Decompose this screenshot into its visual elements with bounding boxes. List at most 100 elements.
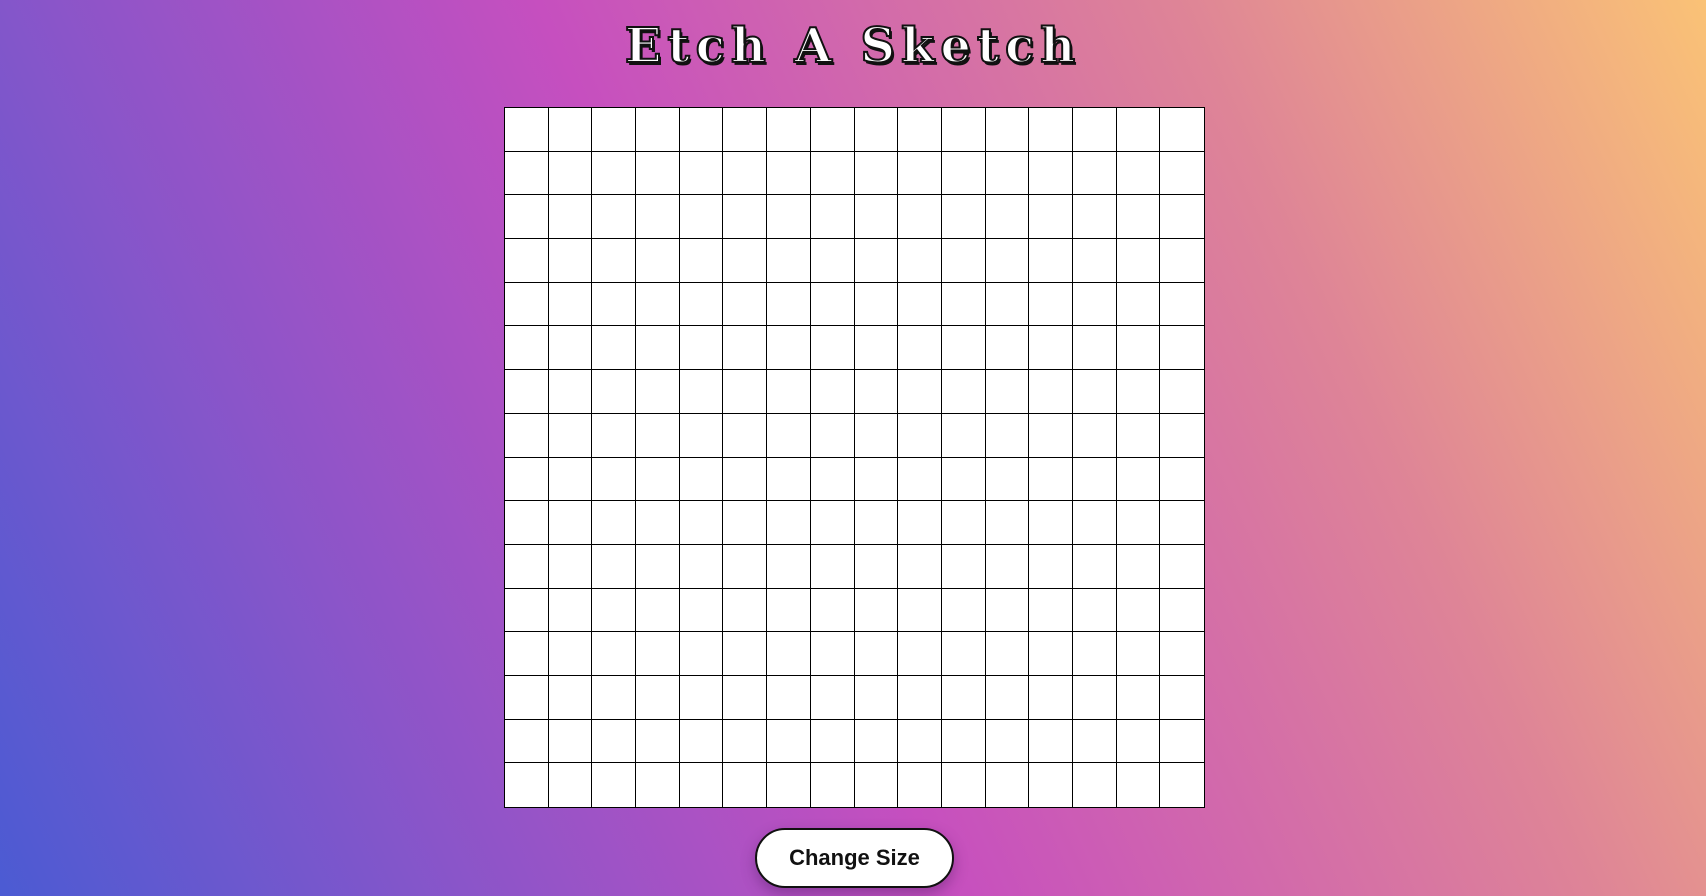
grid-cell[interactable] — [854, 632, 899, 676]
grid-cell[interactable] — [505, 675, 549, 720]
grid-cell[interactable] — [636, 413, 680, 458]
grid-cell[interactable] — [941, 763, 986, 807]
grid-cell[interactable] — [723, 501, 768, 545]
grid-cell[interactable] — [592, 239, 637, 283]
grid-cell[interactable] — [505, 239, 549, 283]
grid-cell[interactable] — [810, 719, 855, 764]
grid-cell[interactable] — [548, 675, 593, 720]
grid-cell[interactable] — [1116, 588, 1161, 633]
grid-cell[interactable] — [854, 675, 899, 720]
grid-cell[interactable] — [1029, 282, 1073, 327]
grid-cell[interactable] — [767, 282, 811, 327]
grid-cell[interactable] — [941, 413, 986, 458]
grid-cell[interactable] — [854, 326, 899, 371]
grid-cell[interactable] — [1029, 632, 1073, 676]
grid-cell[interactable] — [1160, 632, 1204, 676]
grid-cell[interactable] — [636, 763, 680, 807]
grid-cell[interactable] — [1072, 544, 1117, 589]
grid-cell[interactable] — [592, 544, 637, 589]
grid-cell[interactable] — [636, 108, 680, 152]
grid-cell[interactable] — [767, 544, 811, 589]
grid-cell[interactable] — [854, 501, 899, 545]
grid-cell[interactable] — [898, 544, 942, 589]
grid-cell[interactable] — [985, 195, 1030, 240]
grid-cell[interactable] — [1072, 239, 1117, 283]
grid-cell[interactable] — [636, 239, 680, 283]
grid-cell[interactable] — [941, 326, 986, 371]
grid-cell[interactable] — [505, 719, 549, 764]
grid-cell[interactable] — [1029, 151, 1073, 196]
grid-cell[interactable] — [1072, 326, 1117, 371]
grid-cell[interactable] — [854, 239, 899, 283]
grid-cell[interactable] — [548, 108, 593, 152]
grid-cell[interactable] — [723, 588, 768, 633]
grid-cell[interactable] — [1029, 108, 1073, 152]
grid-cell[interactable] — [898, 632, 942, 676]
grid-cell[interactable] — [723, 195, 768, 240]
sketch-grid[interactable] — [504, 107, 1205, 808]
grid-cell[interactable] — [985, 501, 1030, 545]
grid-cell[interactable] — [810, 588, 855, 633]
grid-cell[interactable] — [548, 151, 593, 196]
grid-cell[interactable] — [854, 719, 899, 764]
grid-cell[interactable] — [898, 675, 942, 720]
grid-cell[interactable] — [985, 588, 1030, 633]
grid-cell[interactable] — [898, 370, 942, 414]
grid-cell[interactable] — [592, 108, 637, 152]
grid-cell[interactable] — [723, 544, 768, 589]
grid-cell[interactable] — [898, 763, 942, 807]
grid-cell[interactable] — [723, 151, 768, 196]
grid-cell[interactable] — [810, 501, 855, 545]
grid-cell[interactable] — [548, 282, 593, 327]
grid-cell[interactable] — [1160, 457, 1204, 502]
grid-cell[interactable] — [854, 588, 899, 633]
grid-cell[interactable] — [548, 457, 593, 502]
grid-cell[interactable] — [592, 588, 637, 633]
grid-cell[interactable] — [505, 326, 549, 371]
grid-cell[interactable] — [548, 632, 593, 676]
grid-cell[interactable] — [810, 108, 855, 152]
grid-cell[interactable] — [1160, 195, 1204, 240]
grid-cell[interactable] — [1116, 457, 1161, 502]
grid-cell[interactable] — [1160, 501, 1204, 545]
grid-cell[interactable] — [810, 675, 855, 720]
grid-cell[interactable] — [548, 370, 593, 414]
grid-cell[interactable] — [636, 370, 680, 414]
grid-cell[interactable] — [1072, 763, 1117, 807]
grid-cell[interactable] — [1029, 763, 1073, 807]
grid-cell[interactable] — [679, 632, 724, 676]
grid-cell[interactable] — [1160, 763, 1204, 807]
grid-cell[interactable] — [1160, 719, 1204, 764]
grid-cell[interactable] — [1029, 588, 1073, 633]
grid-cell[interactable] — [1072, 108, 1117, 152]
grid-cell[interactable] — [1116, 501, 1161, 545]
grid-cell[interactable] — [985, 282, 1030, 327]
grid-cell[interactable] — [679, 675, 724, 720]
grid-cell[interactable] — [854, 151, 899, 196]
grid-cell[interactable] — [679, 588, 724, 633]
grid-cell[interactable] — [1029, 719, 1073, 764]
grid-cell[interactable] — [767, 719, 811, 764]
grid-cell[interactable] — [854, 282, 899, 327]
grid-cell[interactable] — [505, 544, 549, 589]
grid-cell[interactable] — [1116, 108, 1161, 152]
grid-cell[interactable] — [505, 370, 549, 414]
grid-cell[interactable] — [505, 588, 549, 633]
grid-cell[interactable] — [1160, 370, 1204, 414]
grid-cell[interactable] — [1160, 675, 1204, 720]
grid-cell[interactable] — [636, 151, 680, 196]
grid-cell[interactable] — [810, 370, 855, 414]
grid-cell[interactable] — [1072, 457, 1117, 502]
grid-cell[interactable] — [985, 457, 1030, 502]
grid-cell[interactable] — [767, 588, 811, 633]
grid-cell[interactable] — [854, 413, 899, 458]
grid-cell[interactable] — [723, 763, 768, 807]
grid-cell[interactable] — [898, 195, 942, 240]
grid-cell[interactable] — [1116, 282, 1161, 327]
grid-cell[interactable] — [810, 239, 855, 283]
grid-cell[interactable] — [810, 151, 855, 196]
grid-cell[interactable] — [767, 239, 811, 283]
grid-cell[interactable] — [810, 544, 855, 589]
grid-cell[interactable] — [810, 282, 855, 327]
grid-cell[interactable] — [636, 544, 680, 589]
